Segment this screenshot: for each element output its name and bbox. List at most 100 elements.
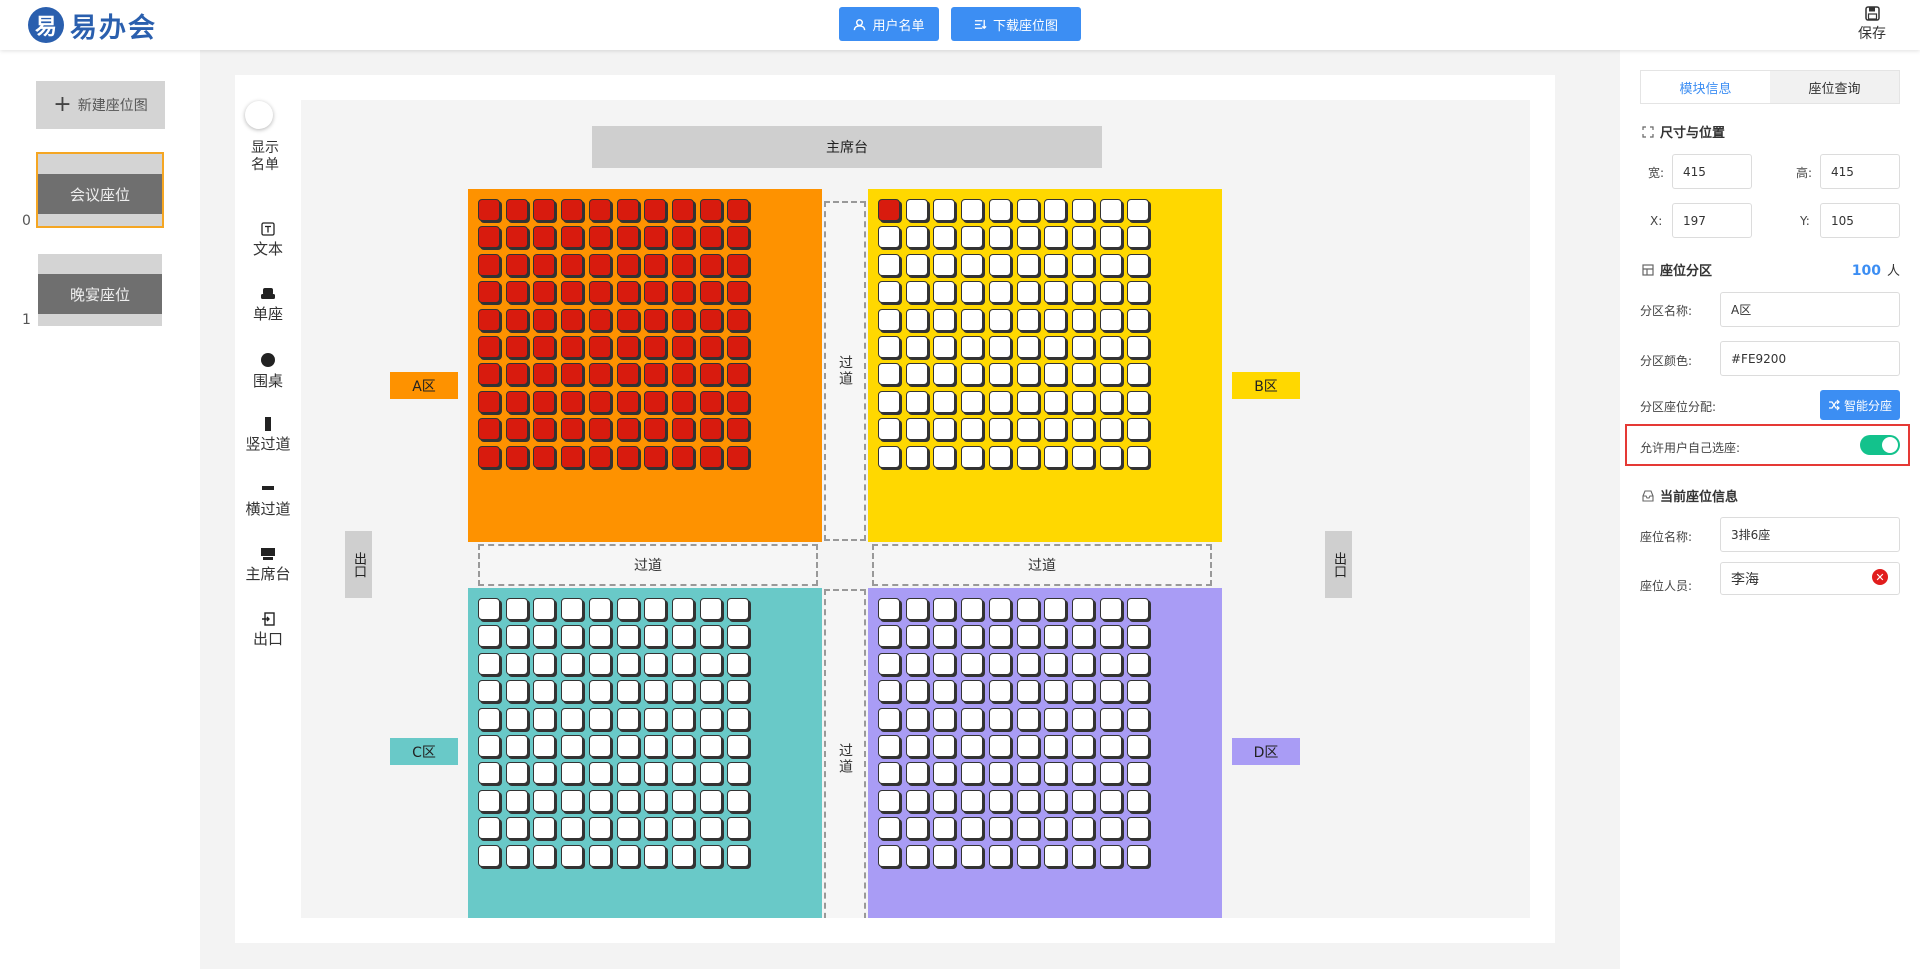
seat[interactable] (905, 199, 928, 221)
seat[interactable] (533, 363, 556, 386)
seat[interactable] (671, 625, 694, 648)
seat[interactable] (478, 226, 500, 249)
seat[interactable] (1016, 226, 1039, 249)
seat[interactable] (1044, 199, 1067, 221)
seat[interactable] (588, 226, 611, 249)
seat[interactable] (1044, 735, 1067, 757)
seat[interactable] (1071, 253, 1094, 276)
seat[interactable] (961, 308, 984, 331)
zone-c[interactable] (468, 588, 822, 918)
y-input[interactable]: 105 (1820, 203, 1900, 238)
seat[interactable] (1044, 226, 1067, 249)
seat[interactable] (533, 418, 556, 441)
seat[interactable] (533, 336, 556, 358)
seat[interactable] (1099, 308, 1122, 331)
seat[interactable] (533, 707, 556, 730)
seat[interactable] (933, 390, 956, 413)
seat[interactable] (727, 336, 750, 358)
seat[interactable] (644, 308, 667, 331)
seat[interactable] (1071, 680, 1094, 703)
seat[interactable] (644, 281, 667, 304)
seat[interactable] (478, 199, 500, 221)
seat[interactable] (933, 707, 956, 730)
seat[interactable] (478, 680, 500, 703)
seat[interactable] (505, 445, 528, 468)
seat[interactable] (961, 817, 984, 840)
seat[interactable] (933, 844, 956, 867)
seat[interactable] (561, 281, 584, 304)
seat[interactable] (727, 445, 750, 468)
seat[interactable] (699, 817, 722, 840)
seat[interactable] (1099, 253, 1122, 276)
seat[interactable] (671, 281, 694, 304)
seat[interactable] (478, 707, 500, 730)
seat[interactable] (644, 253, 667, 276)
seat[interactable] (644, 445, 667, 468)
seat[interactable] (588, 625, 611, 648)
seat[interactable] (561, 199, 584, 221)
seat[interactable] (1099, 652, 1122, 675)
seat[interactable] (1071, 735, 1094, 757)
seat[interactable] (933, 598, 956, 620)
seat[interactable] (878, 680, 900, 703)
seat[interactable] (533, 680, 556, 703)
seat[interactable] (699, 390, 722, 413)
seat[interactable] (561, 625, 584, 648)
seat[interactable] (505, 817, 528, 840)
seat[interactable] (699, 445, 722, 468)
seat[interactable] (1127, 844, 1150, 867)
seat[interactable] (1016, 418, 1039, 441)
seat[interactable] (561, 363, 584, 386)
seat[interactable] (1099, 336, 1122, 358)
seat[interactable] (933, 363, 956, 386)
seat[interactable] (988, 625, 1011, 648)
seat[interactable] (671, 226, 694, 249)
seat[interactable] (671, 308, 694, 331)
seat[interactable] (616, 418, 639, 441)
vertical-aisle-top[interactable]: 过道 (824, 201, 866, 541)
seat[interactable] (644, 625, 667, 648)
seat[interactable] (1099, 598, 1122, 620)
seat[interactable] (1016, 308, 1039, 331)
seat[interactable] (1099, 390, 1122, 413)
seat[interactable] (1016, 390, 1039, 413)
seat[interactable] (1071, 199, 1094, 221)
seat[interactable] (671, 199, 694, 221)
zone-label-a[interactable]: A区 (390, 372, 458, 399)
seat[interactable] (988, 789, 1011, 812)
seat[interactable] (505, 390, 528, 413)
seat[interactable] (671, 418, 694, 441)
seat[interactable] (1127, 418, 1150, 441)
seat[interactable] (1127, 652, 1150, 675)
seat[interactable] (505, 735, 528, 757)
seat[interactable] (1016, 253, 1039, 276)
seat[interactable] (588, 844, 611, 867)
seat[interactable] (478, 789, 500, 812)
seat-map-canvas[interactable]: 主席台 过道 过道 过道 过道 A区 B区 C区 D区 出口 出口 (301, 100, 1530, 918)
seat[interactable] (1127, 363, 1150, 386)
seat[interactable] (988, 652, 1011, 675)
seat[interactable] (1099, 226, 1122, 249)
seat[interactable] (1016, 762, 1039, 785)
seat[interactable] (1071, 707, 1094, 730)
seat[interactable] (1016, 336, 1039, 358)
seat[interactable] (505, 199, 528, 221)
seat[interactable] (961, 844, 984, 867)
seat[interactable] (1099, 281, 1122, 304)
seat[interactable] (1099, 707, 1122, 730)
seat[interactable] (878, 817, 900, 840)
seat[interactable] (1127, 817, 1150, 840)
seat[interactable] (588, 680, 611, 703)
seat[interactable] (1099, 844, 1122, 867)
seat[interactable] (1071, 308, 1094, 331)
seat[interactable] (961, 281, 984, 304)
seat[interactable] (988, 735, 1011, 757)
seat[interactable] (671, 652, 694, 675)
seat[interactable] (561, 817, 584, 840)
seat[interactable] (588, 445, 611, 468)
seat[interactable] (878, 308, 900, 331)
seat[interactable] (878, 844, 900, 867)
seat[interactable] (988, 199, 1011, 221)
seat[interactable] (616, 281, 639, 304)
seat[interactable] (616, 735, 639, 757)
